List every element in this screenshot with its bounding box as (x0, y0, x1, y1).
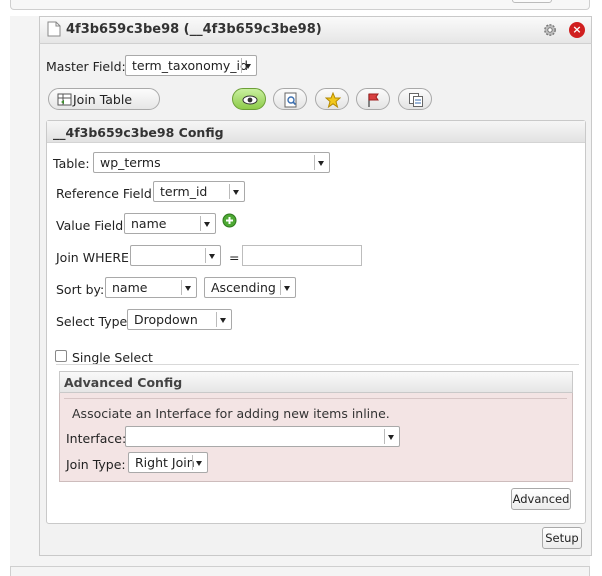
join-type-label: Join Type: (66, 457, 126, 472)
divider (56, 364, 579, 365)
master-field-value: term_taxonomy_id (132, 58, 248, 73)
chevron-down-icon (205, 248, 218, 263)
chevron-down-icon (216, 312, 229, 327)
select-type-select[interactable]: Dropdown (127, 309, 232, 330)
previous-panel-edge (10, 0, 590, 10)
join-where-select[interactable] (130, 245, 221, 266)
chevron-down-icon (241, 58, 254, 73)
chevron-down-icon (181, 280, 194, 295)
previous-panel-button[interactable] (512, 0, 552, 3)
sort-by-label: Sort by: (56, 282, 105, 297)
favorite-button[interactable] (315, 88, 349, 110)
sort-by-value: name (112, 280, 148, 295)
chevron-down-icon (200, 216, 213, 231)
preview-button[interactable] (273, 88, 307, 110)
join-type-value: Right Join (135, 455, 195, 470)
star-icon (325, 92, 341, 108)
next-panel-edge (10, 566, 590, 576)
gear-icon[interactable] (542, 22, 558, 38)
join-where-input[interactable] (242, 245, 362, 266)
join-table-button[interactable]: Join Table (48, 88, 160, 110)
equals-sign: = (229, 250, 240, 265)
chevron-down-icon (314, 155, 327, 170)
flag-button[interactable] (356, 88, 390, 110)
select-type-value: Dropdown (134, 312, 198, 327)
close-icon[interactable]: × (569, 22, 585, 38)
setup-button[interactable]: Setup (542, 527, 582, 549)
master-field-label: Master Field: (46, 59, 126, 74)
sort-order-select[interactable]: Ascending (204, 277, 296, 298)
flag-icon (368, 93, 379, 107)
interface-label: Interface: (66, 431, 127, 446)
sort-by-select[interactable]: name (105, 277, 197, 298)
reference-field-label: Reference Field: (56, 186, 156, 201)
value-field-value: name (131, 216, 167, 231)
select-type-label: Select Type: (56, 314, 132, 329)
advanced-config-title: Advanced Config (64, 375, 183, 390)
value-field-label: Value Field: (56, 218, 128, 233)
chevron-down-icon (229, 184, 242, 199)
eye-icon (242, 95, 258, 105)
value-field-select[interactable]: name (124, 213, 216, 234)
table-select[interactable]: wp_terms (93, 152, 330, 173)
reference-field-select[interactable]: term_id (153, 181, 245, 202)
advanced-button[interactable]: Advanced (511, 488, 571, 510)
single-select-checkbox[interactable] (55, 350, 67, 362)
zoom-page-icon (284, 92, 297, 108)
table-value: wp_terms (100, 155, 161, 170)
panel-title: 4f3b659c3be98 (__4f3b659c3be98) (66, 22, 322, 37)
interface-select[interactable] (125, 426, 400, 447)
sort-order-value: Ascending (211, 280, 276, 295)
chevron-down-icon (280, 280, 293, 295)
reference-field-value: term_id (160, 184, 208, 199)
table-label: Table: (53, 156, 90, 171)
add-value-field-icon[interactable] (222, 213, 237, 228)
duplicate-button[interactable] (398, 88, 432, 110)
page-icon (47, 21, 61, 37)
chevron-down-icon (192, 455, 205, 470)
join-table-label: Join Table (73, 92, 133, 107)
chevron-down-icon (384, 429, 397, 444)
view-toggle-button[interactable] (232, 88, 266, 110)
advanced-divider (64, 398, 567, 399)
table-icon (57, 93, 72, 106)
copy-icon (409, 93, 423, 107)
config-title: __4f3b659c3be98 Config (53, 125, 224, 140)
join-where-label: Join WHERE: (56, 250, 134, 265)
master-field-select[interactable]: term_taxonomy_id (125, 55, 257, 76)
advanced-note: Associate an Interface for adding new it… (72, 406, 390, 421)
join-type-select[interactable]: Right Join (128, 452, 208, 473)
single-select-label: Single Select (72, 350, 153, 365)
